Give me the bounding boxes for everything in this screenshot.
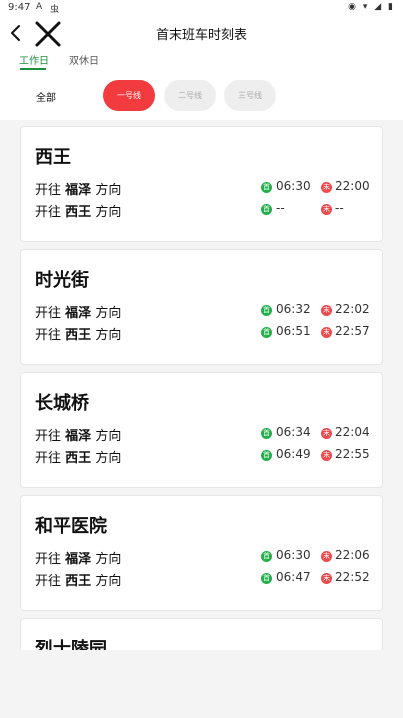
last-train-time: 22:52: [335, 570, 370, 584]
destination-name: 福泽: [65, 306, 92, 321]
first-train-icon: 首: [261, 305, 272, 316]
bottom-area: [0, 650, 403, 718]
direction-prefix: 开往: [35, 429, 62, 444]
station-name: 和平医院: [35, 516, 107, 537]
direction-row: 开往 西王 方向 首 06:49 末 22:55: [35, 447, 370, 466]
last-train-time: 22:00: [335, 179, 370, 193]
direction-prefix: 开往: [35, 574, 62, 589]
last-train-icon: 末: [321, 551, 332, 562]
station-list[interactable]: 西王 开往 福泽 方向首 06:30 末 22:00 开往 西王 方向首 -- 末 -- 时光街开…: [0, 120, 403, 650]
last-train-time: 22:57: [335, 324, 370, 338]
first-train-time: 06:32: [276, 302, 311, 316]
first-train-icon: 首: [261, 428, 272, 439]
station-name: 烈士陵园: [35, 639, 107, 650]
last-train-icon: 末: [321, 428, 332, 439]
last-train-time: 22:55: [335, 447, 370, 461]
first-train-icon: 首: [261, 450, 272, 461]
destination-name: 西王: [65, 328, 92, 343]
status-indicator-b: 虫: [50, 5, 60, 15]
line-1-pill[interactable]: 一号线: [103, 80, 155, 111]
direction-text: 开往 西王 方向: [35, 201, 121, 220]
direction-suffix: 方向: [95, 183, 122, 198]
direction-row: 开往 福泽 方向 首 06:30 末 22:00: [35, 179, 370, 198]
destination-name: 西王: [65, 574, 92, 589]
station-card[interactable]: 时光街 开往 福泽 方向首 06:32 末 22:02 开往 西王 方向首 06:51 末 22…: [20, 249, 383, 365]
direction-text: 开往 西王 方向: [35, 570, 121, 589]
destination-name: 福泽: [65, 429, 92, 444]
direction-prefix: 开往: [35, 552, 62, 567]
direction-text: 开往 西王 方向: [35, 447, 121, 466]
last-train-time: --: [335, 201, 344, 215]
direction-prefix: 开往: [35, 328, 62, 343]
direction-text: 开往 西王 方向: [35, 324, 121, 343]
direction-prefix: 开往: [35, 451, 62, 466]
direction-row: 开往 西王 方向 首 06:51 末 22:57: [35, 324, 370, 343]
direction-text: 开往 福泽 方向: [35, 425, 121, 444]
direction-row: 开往 福泽 方向 首 06:30 末 22:06: [35, 548, 370, 567]
tab-weekend[interactable]: 双休日: [69, 52, 99, 67]
line-2-pill[interactable]: 二号线: [164, 80, 216, 111]
direction-suffix: 方向: [95, 429, 122, 444]
direction-text: 开往 福泽 方向: [35, 548, 121, 567]
status-bar: 9:47 A 虫 ◉ ▾ ◢ ▮: [0, 0, 403, 16]
direction-row: 开往 西王 方向首 -- 末 --: [35, 201, 370, 220]
last-train-icon: 末: [321, 204, 332, 215]
page-title: 首末班车时刻表: [155, 28, 247, 43]
status-right-icons: ◉ ▾ ◢ ▮: [348, 2, 395, 12]
first-train-icon: 首: [261, 204, 272, 215]
direction-text: 开往 福泽 方向: [35, 179, 121, 198]
first-train-time: 06:49: [276, 447, 311, 461]
first-train-time: 06:47: [276, 570, 311, 584]
last-train-time: 22:04: [335, 425, 370, 439]
last-train-icon: 末: [321, 327, 332, 338]
status-indicator-a: A: [36, 2, 43, 12]
direction-text: 开往 福泽 方向: [35, 302, 121, 321]
last-train-icon: 末: [321, 450, 332, 461]
line-3-pill[interactable]: 三号线: [224, 80, 276, 111]
destination-name: 福泽: [65, 552, 92, 567]
last-train-time: 22:02: [335, 302, 370, 316]
first-train-icon: 首: [261, 573, 272, 584]
last-train-icon: 末: [321, 573, 332, 584]
tab-weekday[interactable]: 工作日: [19, 52, 49, 67]
station-card[interactable]: 和平医院 开往 福泽 方向首 06:30 末 22:06 开往 西王 方向首 06:47 末 2…: [20, 495, 383, 611]
direction-suffix: 方向: [95, 451, 122, 466]
destination-name: 福泽: [65, 183, 92, 198]
destination-name: 西王: [65, 205, 92, 220]
first-train-icon: 首: [261, 327, 272, 338]
last-train-icon: 末: [321, 182, 332, 193]
station-card[interactable]: 长城桥 开往 福泽 方向首 06:34 末 22:04 开往 西王 方向首 06:49 末 22…: [20, 372, 383, 488]
last-train-time: 22:06: [335, 548, 370, 562]
direction-row: 开往 福泽 方向 首 06:34 末 22:04: [35, 425, 370, 444]
first-train-time: --: [276, 201, 285, 215]
direction-suffix: 方向: [95, 328, 122, 343]
destination-name: 西王: [65, 451, 92, 466]
station-name: 长城桥: [35, 393, 89, 414]
station-name: 时光街: [35, 270, 89, 291]
first-train-icon: 首: [261, 551, 272, 562]
first-train-time: 06:34: [276, 425, 311, 439]
last-train-icon: 末: [321, 305, 332, 316]
direction-suffix: 方向: [95, 552, 122, 567]
first-train-icon: 首: [261, 182, 272, 193]
direction-prefix: 开往: [35, 205, 62, 220]
station-card[interactable]: 西王 开往 福泽 方向首 06:30 末 22:00 开往 西王 方向首 -- 末 --: [20, 126, 383, 242]
direction-prefix: 开往: [35, 306, 62, 321]
direction-prefix: 开往: [35, 183, 62, 198]
filter-all[interactable]: 全部: [36, 89, 56, 104]
header: 首末班车时刻表 工作日 双休日 全部 一号线 二号线 三号线: [0, 16, 403, 120]
first-train-time: 06:30: [276, 548, 311, 562]
direction-row: 开往 福泽 方向 首 06:32 末 22:02: [35, 302, 370, 321]
direction-suffix: 方向: [95, 574, 122, 589]
first-train-time: 06:30: [276, 179, 311, 193]
station-card[interactable]: 烈士陵园: [20, 618, 383, 650]
active-tab-indicator: [20, 68, 46, 70]
direction-suffix: 方向: [95, 306, 122, 321]
station-name: 西王: [35, 147, 71, 168]
direction-suffix: 方向: [95, 205, 122, 220]
status-time: 9:47: [8, 2, 31, 13]
first-train-time: 06:51: [276, 324, 311, 338]
direction-row: 开往 西王 方向 首 06:47 末 22:52: [35, 570, 370, 589]
